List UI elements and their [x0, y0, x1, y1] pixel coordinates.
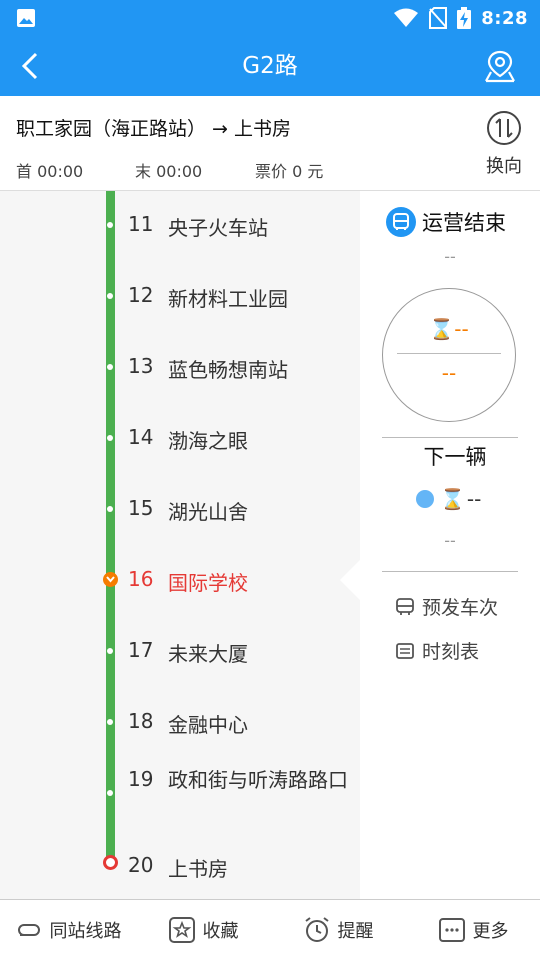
stop-name: 央子火车站 — [168, 216, 268, 240]
list-item[interactable]: 17 未来大厦 — [0, 617, 360, 688]
route-meta: 首 00:00 末 00:00 票价 0 元 — [16, 158, 323, 182]
status-subtext: -- — [444, 247, 456, 266]
stop-name: 湖光山舍 — [168, 500, 248, 524]
bus-icon — [386, 207, 416, 237]
stop-name: 国际学校 — [168, 571, 248, 595]
tab-reminder[interactable]: 提醒 — [270, 900, 405, 960]
tab-label: 提醒 — [337, 921, 374, 942]
list-item[interactable]: 13 蓝色畅想南站 — [0, 333, 360, 404]
list-item[interactable]: 18 金融中心 — [0, 688, 360, 759]
last-bus-time: 末 00:00 — [135, 162, 203, 181]
eta-time: ⌛-- — [429, 317, 469, 341]
next-bus-eta: -- — [466, 487, 482, 511]
route-link-icon — [17, 924, 40, 936]
stop-name: 上书房 — [168, 857, 228, 881]
stop-number: 16 — [128, 567, 154, 591]
tab-more[interactable]: 更多 — [405, 900, 540, 960]
next-bus-title: 下一辆 — [423, 445, 487, 469]
status-time: 8:28 — [481, 7, 528, 29]
stop-dot — [107, 719, 113, 725]
next-bus-dot-icon — [416, 490, 434, 508]
swap-icon — [487, 111, 521, 145]
alarm-clock-icon — [304, 917, 329, 942]
arrival-panel: 运营结束 -- ⌛-- -- 下一辆 ⌛ -- -- 预发车次 时刻表 — [360, 191, 540, 899]
tab-label: 更多 — [472, 921, 509, 942]
bus-outline-icon — [396, 597, 414, 615]
operation-status: 运营结束 — [386, 207, 506, 237]
stop-number: 20 — [128, 853, 154, 877]
stop-number: 17 — [128, 638, 154, 662]
stop-name: 政和街与听涛路路口 — [168, 768, 348, 792]
stop-number: 19 — [128, 767, 154, 791]
next-bus-subtext: -- — [444, 531, 456, 550]
divider — [382, 571, 518, 572]
stop-name: 新材料工业园 — [168, 287, 288, 311]
more-icon — [438, 918, 465, 942]
star-icon — [168, 917, 195, 943]
ring-divider — [397, 353, 501, 354]
battery-charging-icon — [457, 7, 472, 29]
stop-name: 金融中心 — [168, 713, 248, 737]
route-direction: 职工家园（海正路站） → 上书房 — [16, 118, 291, 140]
swap-label: 换向 — [486, 156, 522, 177]
tab-favorite[interactable]: 收藏 — [135, 900, 270, 960]
stop-list: 11 央子火车站 12 新材料工业园 13 蓝色畅想南站 14 渤海之眼 15 … — [0, 191, 360, 899]
hourglass-icon: ⌛ — [440, 487, 465, 511]
stop-dot — [107, 222, 113, 228]
list-item[interactable]: 11 央子火车站 — [0, 191, 360, 262]
map-location-icon[interactable] — [482, 48, 518, 84]
bottom-tab-bar: 同站线路 收藏 提醒 更多 — [0, 899, 540, 960]
stop-name: 渤海之眼 — [168, 429, 248, 453]
swap-direction-button[interactable]: 换向 — [482, 110, 526, 178]
stop-dot — [107, 435, 113, 441]
wifi-icon — [394, 8, 419, 27]
next-bus-row: ⌛ -- — [416, 487, 481, 511]
list-item[interactable]: 12 新材料工业园 — [0, 262, 360, 333]
stop-dot — [107, 648, 113, 654]
first-bus-time: 首 00:00 — [16, 162, 84, 181]
app-bar: G2路 — [0, 36, 540, 96]
current-stop-pointer — [340, 560, 360, 600]
stop-dot — [107, 364, 113, 370]
list-item[interactable]: 20 上书房 — [0, 832, 360, 903]
fare: 票价 0 元 — [255, 162, 324, 181]
tab-label: 同站线路 — [49, 921, 122, 942]
stop-name: 蓝色畅想南站 — [168, 358, 288, 382]
eta-ring: ⌛-- -- — [382, 288, 516, 422]
scheduled-departures-label: 预发车次 — [422, 597, 499, 619]
stop-dot — [107, 293, 113, 299]
route-info: 职工家园（海正路站） → 上书房 首 00:00 末 00:00 票价 0 元 … — [0, 96, 540, 191]
stop-number: 14 — [128, 425, 154, 449]
tab-label: 收藏 — [202, 921, 239, 942]
timetable-icon — [396, 642, 414, 659]
stop-dot — [107, 506, 113, 512]
stop-number: 11 — [128, 212, 154, 236]
scheduled-departures-button[interactable]: 预发车次 — [394, 593, 498, 620]
stop-name: 未来大厦 — [168, 642, 248, 666]
page-title: G2路 — [242, 53, 298, 79]
stop-number: 12 — [128, 283, 154, 307]
list-item[interactable]: 15 湖光山舍 — [0, 475, 360, 546]
stop-number: 15 — [128, 496, 154, 520]
current-stop-marker-icon — [103, 572, 118, 587]
eta-distance: -- — [441, 361, 457, 385]
list-item[interactable]: 14 渤海之眼 — [0, 404, 360, 475]
image-notification-icon — [17, 9, 35, 27]
timetable-button[interactable]: 时刻表 — [394, 637, 479, 664]
no-sim-icon — [429, 7, 448, 29]
timetable-label: 时刻表 — [422, 641, 480, 663]
tab-same-station-lines[interactable]: 同站线路 — [0, 900, 135, 960]
list-item-current[interactable]: 16 国际学校 — [0, 546, 360, 617]
divider — [382, 437, 518, 438]
status-bar: 8:28 — [0, 0, 540, 36]
stop-dot — [107, 790, 113, 796]
terminal-stop-marker-icon — [103, 855, 118, 870]
stop-number: 13 — [128, 354, 154, 378]
stop-number: 18 — [128, 709, 154, 733]
operation-status-text: 运营结束 — [422, 211, 506, 235]
